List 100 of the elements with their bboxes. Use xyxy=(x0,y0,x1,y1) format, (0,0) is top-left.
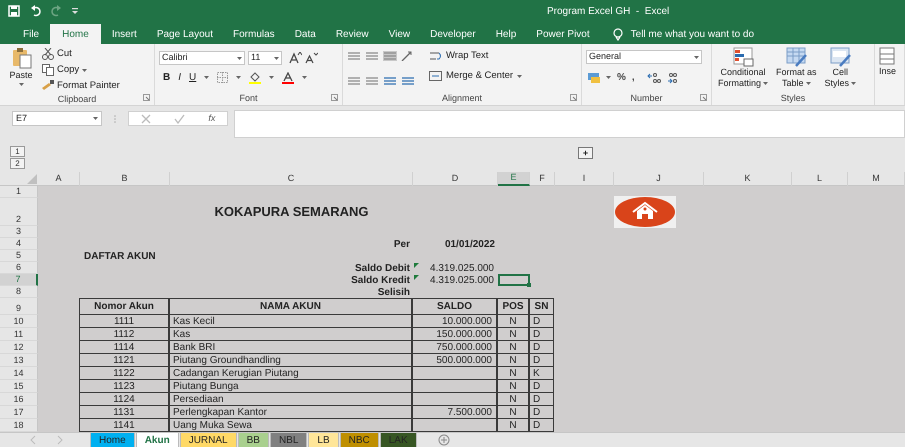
sheet-tab[interactable]: NBL xyxy=(270,433,308,447)
sheet-tab[interactable]: JURNAL xyxy=(180,433,237,447)
caret-icon[interactable] xyxy=(93,117,98,120)
row-header[interactable]: 5 xyxy=(0,250,38,262)
name-box[interactable]: E7 xyxy=(12,111,102,126)
font-color-icon[interactable] xyxy=(282,72,294,84)
ribbon-tab[interactable]: Review xyxy=(326,24,378,44)
save-icon[interactable] xyxy=(8,5,20,17)
styles-button[interactable]: Conditional Formatting xyxy=(716,47,770,92)
align-icon[interactable] xyxy=(365,76,379,86)
ribbon-tab[interactable]: Formulas xyxy=(224,24,284,44)
row-header[interactable]: 11 xyxy=(0,328,38,341)
row-header[interactable]: 7 xyxy=(0,274,38,286)
dialog-launcher-icon[interactable] xyxy=(570,94,577,101)
caret-icon[interactable] xyxy=(82,68,88,72)
row-header[interactable]: 15 xyxy=(0,380,38,393)
fill-handle[interactable] xyxy=(527,283,531,287)
caret-icon[interactable] xyxy=(517,74,522,78)
row-header[interactable]: 17 xyxy=(0,406,38,419)
caret-icon[interactable] xyxy=(606,76,611,79)
caret-icon[interactable] xyxy=(806,82,811,85)
number-style-button[interactable]: % xyxy=(617,70,626,85)
row-header[interactable]: 18 xyxy=(0,419,38,432)
ribbon-tab[interactable]: Home xyxy=(50,24,101,44)
styles-button[interactable]: Cell Styles xyxy=(822,47,858,92)
row-header[interactable]: 10 xyxy=(0,315,38,328)
ribbon-tab[interactable]: Data xyxy=(286,24,325,44)
row-header[interactable]: 4 xyxy=(0,238,38,250)
caret-icon[interactable] xyxy=(274,56,279,60)
insert-cells-button[interactable]: Inse xyxy=(879,47,896,105)
column-header[interactable]: E xyxy=(498,172,530,186)
ribbon-tab[interactable]: Developer xyxy=(421,24,485,44)
font-style-button[interactable]: U xyxy=(189,70,196,85)
selected-cell[interactable] xyxy=(498,274,530,286)
ribbon-tab[interactable]: View xyxy=(380,24,420,44)
sheet-tab[interactable]: BB xyxy=(238,433,269,447)
home-button[interactable] xyxy=(614,196,676,228)
dialog-launcher-icon[interactable] xyxy=(700,94,707,101)
row-header[interactable]: 1 xyxy=(0,186,38,198)
align-icon[interactable] xyxy=(347,51,361,61)
sheet-tab[interactable]: Home xyxy=(90,433,135,447)
sheet-tab[interactable]: Akun xyxy=(136,433,179,447)
caret-icon[interactable] xyxy=(694,56,699,58)
expand-group-button[interactable]: + xyxy=(578,147,593,159)
formula-input[interactable] xyxy=(234,110,905,138)
fill-color-icon[interactable] xyxy=(249,72,262,84)
currency-icon[interactable] xyxy=(588,72,600,84)
font-name-dropdown[interactable]: Calibri xyxy=(159,51,245,65)
caret-icon[interactable] xyxy=(237,56,242,60)
row-header[interactable]: 8 xyxy=(0,286,38,298)
caret-icon[interactable] xyxy=(269,76,274,79)
paste-button[interactable]: Paste xyxy=(4,47,38,93)
borders-icon[interactable] xyxy=(217,72,228,83)
ribbon-tab[interactable]: Power Pivot xyxy=(527,24,599,44)
row-header[interactable]: 14 xyxy=(0,367,38,380)
insert-function-button[interactable]: fx xyxy=(208,112,216,126)
ribbon-tab[interactable]: File xyxy=(14,24,48,44)
caret-icon[interactable] xyxy=(302,76,308,79)
font-style-button[interactable]: I xyxy=(178,70,182,85)
align-icon[interactable] xyxy=(347,76,361,86)
alignment-button[interactable]: Merge & Center xyxy=(429,69,522,83)
row-header[interactable]: 12 xyxy=(0,341,38,354)
increase-decimal-icon[interactable] xyxy=(646,72,661,84)
increase-font-size-icon[interactable] xyxy=(289,52,302,64)
caret-icon[interactable] xyxy=(763,82,768,85)
align-icon[interactable] xyxy=(365,51,379,61)
sheet-tab[interactable]: LB xyxy=(308,433,339,447)
error-indicator-icon[interactable] xyxy=(414,263,419,268)
caret-icon[interactable] xyxy=(236,76,242,79)
indent-icon[interactable] xyxy=(401,76,415,86)
dialog-launcher-icon[interactable] xyxy=(331,94,338,101)
customize-toolbar-icon[interactable] xyxy=(72,8,78,14)
sheet-tab[interactable]: NBC xyxy=(340,433,379,447)
row-header[interactable]: 9 xyxy=(0,298,38,315)
ribbon-tab[interactable]: Help xyxy=(486,24,526,44)
ribbon-tab[interactable]: Page Layout xyxy=(148,24,222,44)
row-header[interactable]: 16 xyxy=(0,393,38,406)
font-size-dropdown[interactable]: 11 xyxy=(248,51,282,65)
row-header[interactable]: 3 xyxy=(0,226,38,238)
row-header[interactable]: 2 xyxy=(0,198,38,226)
row-header[interactable]: 6 xyxy=(0,262,38,274)
undo-icon[interactable] xyxy=(30,5,41,17)
row-header[interactable]: 13 xyxy=(0,354,38,367)
dialog-launcher-icon[interactable] xyxy=(143,94,150,101)
outline-level-button[interactable]: 2 xyxy=(10,158,25,169)
clipboard-button[interactable]: Format Painter xyxy=(42,79,120,93)
caret-icon[interactable] xyxy=(18,82,24,86)
align-icon[interactable] xyxy=(383,76,397,86)
clipboard-button[interactable]: Copy xyxy=(42,63,120,77)
font-style-button[interactable]: B xyxy=(163,70,170,85)
error-indicator-icon[interactable] xyxy=(414,275,419,280)
alignment-button[interactable]: Wrap Text xyxy=(429,49,522,63)
number-format-dropdown[interactable]: General xyxy=(586,50,702,64)
styles-button[interactable]: Format as Table xyxy=(774,47,819,92)
decrease-font-size-icon[interactable] xyxy=(305,52,318,64)
caret-icon[interactable] xyxy=(204,76,210,79)
new-sheet-icon[interactable] xyxy=(438,434,450,446)
clipboard-button[interactable]: Cut xyxy=(42,47,120,61)
number-style-button[interactable]: , xyxy=(632,70,635,85)
tell-me-search[interactable]: Tell me what you want to do xyxy=(630,26,754,42)
